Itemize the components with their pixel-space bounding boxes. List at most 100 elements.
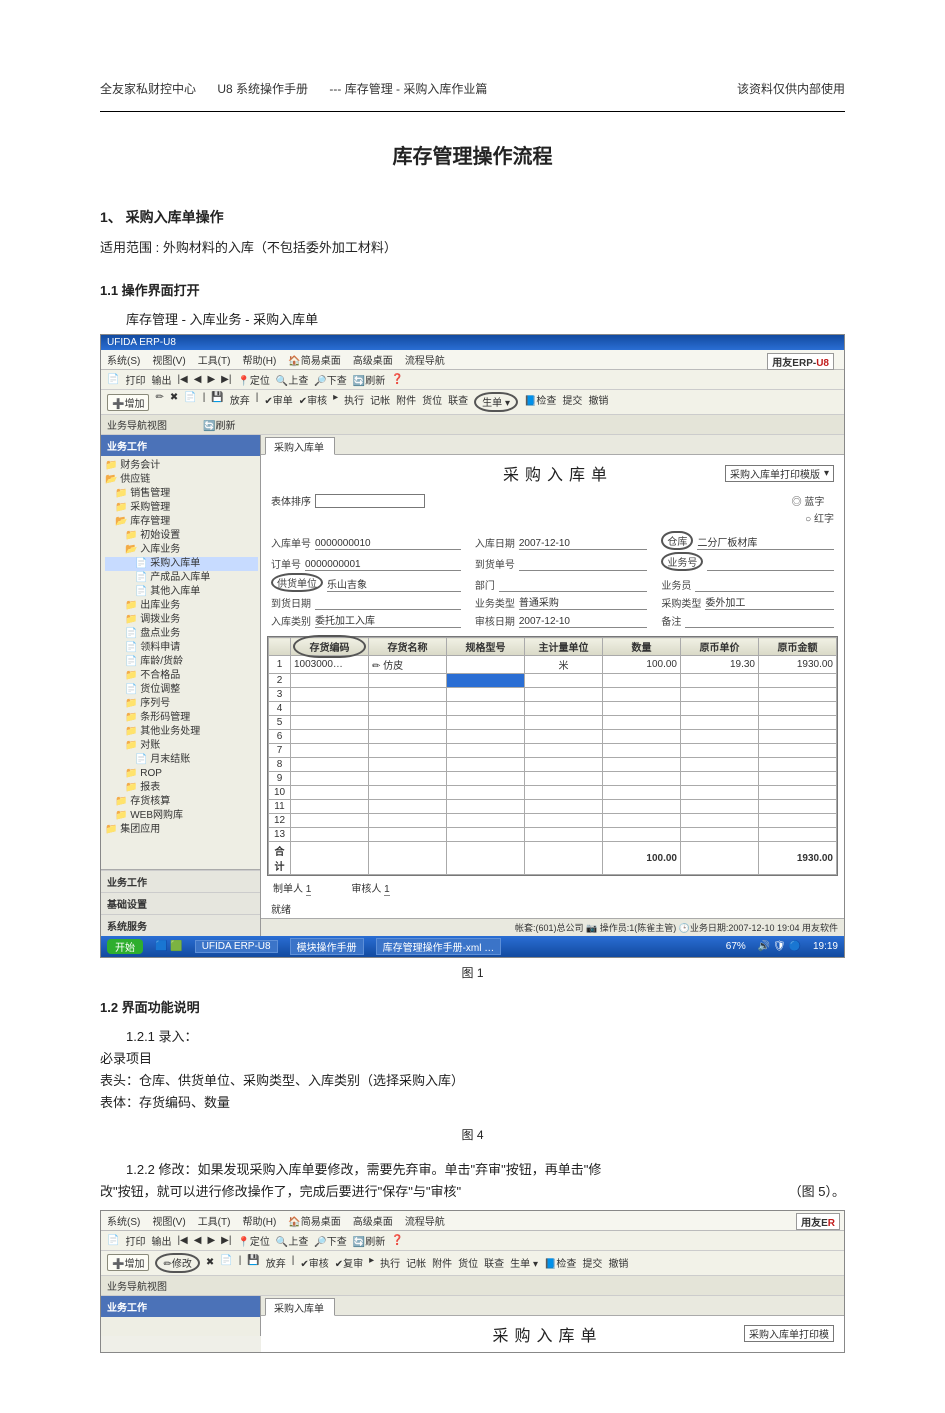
toolbar-2a[interactable]: 📄打印输出|◀◀▶▶|📍定位🔍上查🔎下查🔄刷新❓ [101, 1231, 844, 1251]
tool2b-5[interactable]: ✔审核 [300, 1255, 328, 1270]
item-1[interactable]: 打印 [125, 1233, 145, 1248]
item-3[interactable]: |◀ [177, 1235, 187, 1246]
data-grid[interactable]: 存货编码存货名称规格型号主计量单位数量原币单价原币金额 11003000…✏ 仿… [267, 636, 838, 876]
sidebar-footer[interactable]: 业务工作基础设置系统服务 [101, 869, 260, 936]
tool2b-12[interactable]: 联查 [484, 1255, 504, 1270]
field-warehouse[interactable]: 二分厂板材库 [697, 534, 834, 550]
item-11[interactable]: ❓ [391, 374, 403, 385]
tool2b-16[interactable]: 撤销 [608, 1255, 628, 1270]
col-4[interactable]: 数量 [603, 638, 681, 656]
tool2b-13[interactable]: 生单 ▾ [510, 1255, 538, 1270]
tool2b-6[interactable]: ✔复审 [335, 1255, 363, 1270]
tree-item-22[interactable]: 📁 ROP [105, 767, 258, 781]
tree-item-2[interactable]: 📁 销售管理 [105, 487, 258, 501]
nav-foot-0[interactable]: 业务工作 [101, 870, 260, 892]
item-2[interactable]: 工具(T) [198, 1213, 231, 1228]
tool-3[interactable]: | [203, 392, 206, 412]
field-audit-date[interactable]: 2007-12-10 [519, 616, 648, 628]
item-7[interactable]: 📍定位 [237, 1233, 269, 1248]
field-bizno[interactable] [707, 570, 834, 571]
field-arrival-date[interactable] [315, 609, 461, 610]
tool-7[interactable]: ✔审单 [264, 392, 292, 412]
nav-foot-2[interactable]: 系统服务 [101, 914, 260, 936]
tree-item-21[interactable]: 📄 月末结账 [105, 753, 258, 767]
tree-item-23[interactable]: 📁 报表 [105, 781, 258, 795]
item-4[interactable]: 🏠简易桌面 [288, 352, 340, 367]
tool-18[interactable]: 撤销 [588, 392, 608, 412]
item-5[interactable]: 高级桌面 [353, 352, 393, 367]
tree-item-20[interactable]: 📁 对账 [105, 739, 258, 753]
tool-9[interactable]: ▸ [333, 392, 338, 412]
toolbar-1[interactable]: 📄打印输出|◀◀▶▶|📍定位🔍上查🔎下查🔄刷新❓ [101, 370, 844, 390]
tree-item-3[interactable]: 📁 采购管理 [105, 501, 258, 515]
tool2b-15[interactable]: 提交 [582, 1255, 602, 1270]
item-3[interactable]: 帮助(H) [242, 352, 276, 367]
field-order-no[interactable]: 0000000001 [305, 559, 461, 571]
add-button-2[interactable]: ➕增加 [107, 1254, 149, 1271]
sidebar-tree[interactable]: 📁 财务会计📂 供应链📁 销售管理📁 采购管理📂 库存管理📁 初始设置📂 入库业… [101, 456, 260, 869]
item-3[interactable]: |◀ [177, 374, 187, 385]
field-purchase-type[interactable]: 委外加工 [705, 594, 834, 610]
tab-purchase-in-2[interactable]: 采购入库单 [265, 1298, 335, 1316]
start-button[interactable]: 开始 [107, 939, 143, 954]
field-supplier[interactable]: 乐山吉象 [327, 576, 461, 592]
tree-item-5[interactable]: 📁 初始设置 [105, 529, 258, 543]
item-4[interactable]: 🏠简易桌面 [288, 1213, 340, 1228]
item-5[interactable]: ▶ [207, 374, 215, 385]
tool-0[interactable]: ✏ [155, 392, 163, 412]
generate-bill-button-circled[interactable]: 生单 ▾ [474, 392, 518, 412]
col-1[interactable]: 存货名称 [369, 638, 447, 656]
toolbar-2[interactable]: ➕增加 ✏✖📄|💾放弃|✔审单✔审核▸执行记帐附件货位联查生单 ▾📘检查提交撤销 [101, 390, 844, 415]
sidebar[interactable]: 业务工作 📁 财务会计📂 供应链📁 销售管理📁 采购管理📂 库存管理📁 初始设置… [101, 435, 261, 936]
item-1[interactable]: 打印 [125, 372, 145, 387]
item-1[interactable]: 视图(V) [152, 352, 185, 367]
tool2b-3[interactable]: 放弃 [266, 1255, 286, 1270]
field-biz-type[interactable]: 普通采购 [519, 594, 648, 610]
item-9[interactable]: 🔎下查 [314, 1233, 346, 1248]
col-0[interactable]: 存货编码 [291, 638, 369, 656]
tree-item-18[interactable]: 📁 条形码管理 [105, 711, 258, 725]
nav-foot-1[interactable]: 基础设置 [101, 892, 260, 914]
sort-select[interactable] [315, 494, 425, 508]
tree-item-19[interactable]: 📁 其他业务处理 [105, 725, 258, 739]
field-in-category[interactable]: 委托加工入库 [315, 612, 461, 628]
tool-1[interactable]: ✖ [170, 392, 178, 412]
tree-item-8[interactable]: 📄 产成品入库单 [105, 571, 258, 585]
item-2[interactable]: 输出 [151, 372, 171, 387]
field-salesman[interactable] [695, 591, 834, 592]
taskbar[interactable]: 开始 🟦 🟩 UFIDA ERP-U8 模块操作手册 库存管理操作手册-xml … [101, 936, 844, 957]
item-1[interactable]: 视图(V) [152, 1213, 185, 1228]
tool2b-0[interactable]: 📄 [220, 1255, 232, 1270]
col-2[interactable]: 规格型号 [447, 638, 525, 656]
taskbar-app-3[interactable]: 库存管理操作手册-xml … [376, 938, 502, 955]
tool2b-11[interactable]: 货位 [458, 1255, 478, 1270]
tree-item-6[interactable]: 📂 入库业务 [105, 543, 258, 557]
item-2[interactable]: 输出 [151, 1233, 171, 1248]
item-0[interactable]: 系统(S) [107, 352, 140, 367]
tool-14[interactable]: 联查 [448, 392, 468, 412]
taskbar-app-1[interactable]: UFIDA ERP-U8 [195, 940, 278, 953]
tool-17[interactable]: 提交 [562, 392, 582, 412]
item-7[interactable]: 📍定位 [237, 372, 269, 387]
toolbar-2b[interactable]: ➕增加 ✏修改 ✖ 📄|💾放弃|✔审核✔复审▸执行记帐附件货位联查生单 ▾📘检查… [101, 1251, 844, 1276]
tree-item-12[interactable]: 📄 盘点业务 [105, 627, 258, 641]
field-arrival-no[interactable] [519, 570, 648, 571]
tree-item-10[interactable]: 📁 出库业务 [105, 599, 258, 613]
tab-row[interactable]: 采购入库单 [261, 435, 844, 455]
item-9[interactable]: 🔎下查 [314, 372, 346, 387]
item-8[interactable]: 🔍上查 [276, 372, 308, 387]
tool-8[interactable]: ✔审核 [299, 392, 327, 412]
field-remark[interactable] [685, 627, 834, 628]
item-6[interactable]: ▶| [221, 374, 231, 385]
item-11[interactable]: ❓ [391, 1235, 403, 1246]
item-4[interactable]: ◀ [194, 1235, 202, 1246]
tree-item-11[interactable]: 📁 调拨业务 [105, 613, 258, 627]
tool2b-2[interactable]: 💾 [247, 1255, 259, 1270]
delete-button[interactable]: ✖ [206, 1257, 214, 1268]
col-6[interactable]: 原币金额 [759, 638, 837, 656]
refresh-button[interactable]: 🔄刷新 [203, 417, 235, 432]
item-4[interactable]: ◀ [194, 374, 202, 385]
item-10[interactable]: 🔄刷新 [353, 1233, 385, 1248]
tool-5[interactable]: 放弃 [230, 392, 250, 412]
tool-2[interactable]: 📄 [184, 392, 196, 412]
